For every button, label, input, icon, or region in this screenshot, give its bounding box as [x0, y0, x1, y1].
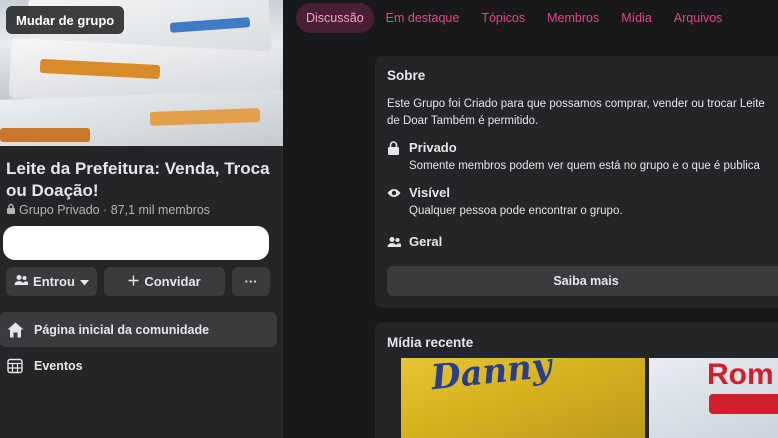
about-title: Sobre: [387, 68, 426, 83]
plus-icon: [128, 274, 139, 289]
members-icon: [387, 235, 401, 249]
thumb-brand-text: Danny: [429, 358, 554, 399]
tab-media[interactable]: Mídia: [611, 3, 662, 33]
eye-icon: [387, 186, 401, 200]
redacted-area: [3, 226, 269, 260]
lock-icon: [6, 203, 16, 217]
lock-icon: [387, 141, 401, 155]
learn-more-button[interactable]: Saiba mais: [387, 266, 778, 296]
recent-media-card: Mídia recente Danny Rom: [375, 322, 778, 438]
cover-stripe: [0, 128, 90, 142]
home-icon: [6, 321, 24, 339]
about-description-line: Este Grupo foi Criado para que possamos …: [387, 98, 765, 110]
invite-button[interactable]: Convidar: [104, 267, 225, 296]
change-group-button[interactable]: Mudar de grupo: [6, 6, 125, 34]
group-meta-text: Grupo Privado · 87,1 mil membros: [19, 203, 211, 217]
joined-label: Entrou: [33, 274, 75, 289]
calendar-icon: [6, 357, 24, 375]
recent-media-title: Mídia recente: [387, 335, 474, 350]
tab-members[interactable]: Membros: [537, 3, 609, 33]
about-description-line: de Doar Também é permitido.: [387, 115, 539, 127]
tab-topics[interactable]: Tópicos: [471, 3, 535, 33]
media-thumbnail[interactable]: Danny: [401, 358, 645, 438]
visibility-subtitle: Qualquer pessoa pode encontrar o grupo.: [409, 205, 623, 217]
media-thumbnail[interactable]: Rom: [649, 358, 778, 438]
privacy-subtitle: Somente membros podem ver quem está no g…: [409, 160, 760, 172]
tab-discussion[interactable]: Discussão: [296, 3, 374, 33]
about-description: Este Grupo foi Criado para que possamos …: [387, 96, 778, 130]
nav-community-home[interactable]: Página inicial da comunidade: [0, 312, 277, 347]
members-icon: [14, 274, 29, 289]
nav-events-label: Eventos: [34, 358, 83, 373]
group-sidebar: Mudar de grupo Leite da Prefeitura: Vend…: [0, 0, 283, 438]
about-card: Sobre Este Grupo foi Criado para que pos…: [375, 56, 778, 308]
visibility-title: Visível: [409, 185, 450, 200]
general-title: Geral: [409, 234, 443, 249]
caret-down-icon: [79, 274, 89, 289]
more-options-button[interactable]: ···: [232, 267, 270, 296]
thumb-brand-text: Rom: [707, 358, 774, 391]
tab-files[interactable]: Arquivos: [664, 3, 733, 33]
privacy-title: Privado: [409, 140, 457, 155]
joined-button[interactable]: Entrou: [6, 267, 97, 296]
group-name[interactable]: Leite da Prefeitura: Venda, Troca ou Doa…: [6, 158, 276, 202]
nav-home-label: Página inicial da comunidade: [34, 322, 210, 337]
group-tabs: Discussão Em destaque Tópicos Membros Mí…: [284, 0, 778, 36]
group-meta: Grupo Privado · 87,1 mil membros: [6, 203, 210, 217]
tab-featured[interactable]: Em destaque: [376, 3, 470, 33]
thumb-red-band: [709, 394, 778, 414]
invite-label: Convidar: [144, 274, 201, 289]
nav-events[interactable]: Eventos: [0, 348, 277, 383]
group-cover-photo[interactable]: Mudar de grupo: [0, 0, 283, 146]
